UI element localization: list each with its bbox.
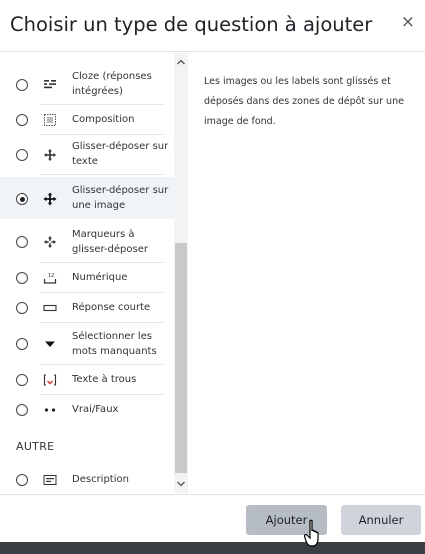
- list-item[interactable]: Texte à trous: [0, 365, 174, 395]
- dialog-footer: Ajouter Annuler: [0, 494, 425, 542]
- cloze-icon: [44, 80, 56, 89]
- short-answer-icon: [43, 304, 57, 312]
- scroll-up-icon[interactable]: [174, 55, 188, 69]
- radio-button[interactable]: [16, 302, 28, 314]
- move-markers-icon: [44, 236, 56, 248]
- item-label: Sélectionner les mots manquants: [72, 331, 157, 357]
- radio-button-checked[interactable]: [16, 193, 28, 205]
- section-heading: AUTRE: [16, 440, 55, 453]
- list-item-selected[interactable]: Glisser-déposer sur une image: [0, 177, 174, 219]
- true-false-icon: [44, 408, 56, 412]
- list-item[interactable]: Cloze (réponses intégrées): [0, 65, 174, 105]
- dialog-header: Choisir un type de question à ajouter ×: [0, 0, 425, 52]
- scroll-down-icon[interactable]: [174, 477, 188, 491]
- page-bottom-bar: [0, 542, 425, 554]
- description-icon: [43, 475, 57, 485]
- list-item[interactable]: Composition: [0, 105, 174, 135]
- hand-cursor-icon: [304, 519, 319, 547]
- list-item[interactable]: Glisser-déposer sur texte: [0, 135, 174, 175]
- item-label: Marqueurs à glisser-déposer: [72, 229, 148, 255]
- radio-button[interactable]: [16, 338, 28, 350]
- radio-button[interactable]: [16, 272, 28, 284]
- list-item[interactable]: Vrai/Faux: [0, 395, 174, 425]
- radio-button[interactable]: [16, 236, 28, 248]
- radio-button[interactable]: [16, 374, 28, 386]
- item-label: Réponse courte: [72, 302, 151, 313]
- list-item[interactable]: Sélectionner les mots manquants: [0, 323, 174, 365]
- list-item[interactable]: Marqueurs à glisser-déposer: [0, 221, 174, 263]
- move-icon: [44, 149, 56, 161]
- essay-icon: [44, 114, 56, 126]
- radio-button[interactable]: [16, 114, 28, 126]
- question-type-list[interactable]: Cloze (réponses intégrées) Composition G…: [0, 53, 174, 493]
- item-label: Glisser-déposer sur texte: [72, 141, 169, 167]
- cancel-button[interactable]: Annuler: [341, 505, 421, 535]
- list-scrollbar[interactable]: [174, 53, 188, 493]
- item-label: Numérique: [72, 272, 128, 283]
- scroll-thumb[interactable]: [175, 243, 187, 473]
- dialog-title: Choisir un type de question à ajouter: [10, 13, 373, 36]
- radio-button[interactable]: [16, 474, 28, 486]
- item-label: Glisser-déposer sur une image: [72, 185, 169, 211]
- close-icon[interactable]: ×: [401, 12, 415, 32]
- item-label: Texte à trous: [72, 374, 137, 385]
- list-item[interactable]: Description: [0, 465, 174, 493]
- move-icon: [43, 192, 57, 206]
- item-label: Description: [72, 474, 129, 485]
- question-type-description: Les images ou les labels sont glissés et…: [204, 76, 404, 127]
- item-label: Cloze (réponses intégrées): [72, 71, 152, 97]
- radio-button[interactable]: [16, 149, 28, 161]
- item-label: Composition: [72, 114, 135, 125]
- svg-text:12: 12: [48, 273, 54, 279]
- numerical-icon: 12: [43, 273, 57, 284]
- list-item[interactable]: 12 Numérique: [0, 263, 174, 293]
- radio-button[interactable]: [16, 404, 28, 416]
- gapfill-icon: [43, 374, 57, 386]
- dropdown-icon: [45, 341, 55, 347]
- item-label: Vrai/Faux: [72, 404, 119, 415]
- radio-button[interactable]: [16, 79, 28, 91]
- list-item[interactable]: Réponse courte: [0, 293, 174, 323]
